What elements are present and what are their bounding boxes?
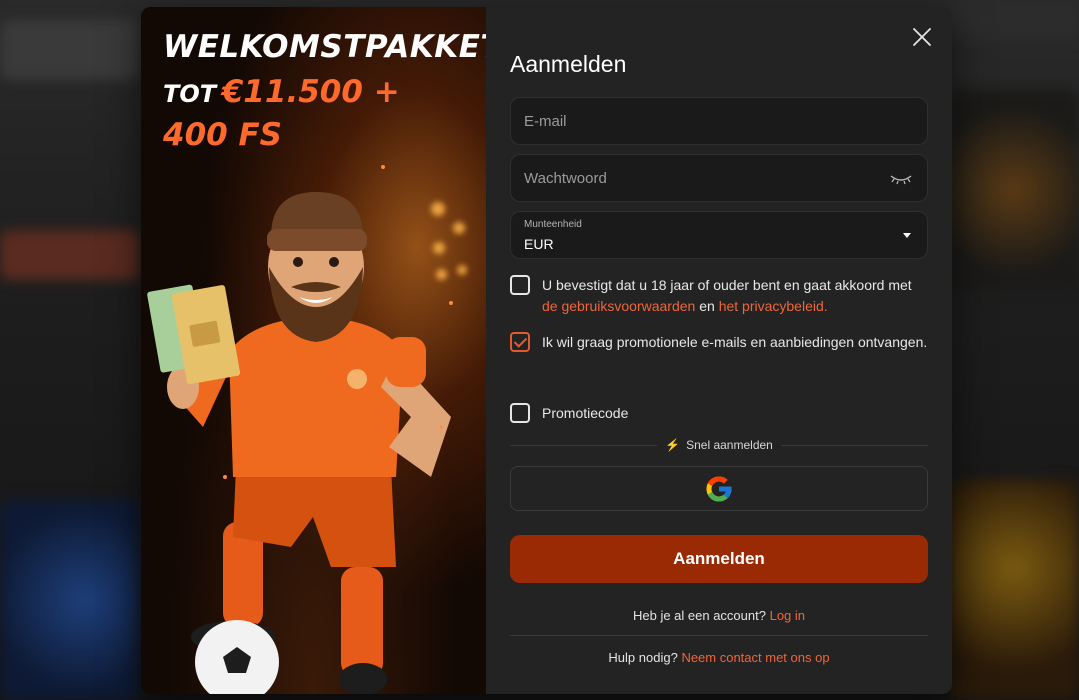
currency-label: Munteenheid	[524, 219, 582, 230]
marketing-consent-row: Ik wil graag promotionele e-mails en aan…	[510, 332, 930, 353]
terms-checkbox[interactable]	[510, 275, 530, 295]
login-link[interactable]: Log in	[770, 608, 805, 623]
email-input[interactable]	[511, 98, 927, 144]
google-signin-button[interactable]	[510, 466, 928, 511]
promo-panel: WELKOMSTPAKKET TOT €11.500 + 400 FS	[141, 7, 486, 694]
submit-signup-button[interactable]: Aanmelden	[510, 535, 928, 583]
backdrop-game-tile	[949, 480, 1079, 700]
help-text: Hulp nodig?	[608, 650, 678, 665]
quick-signup-divider: ⚡ Snel aanmelden	[510, 438, 928, 452]
currency-select[interactable]: Munteenheid EUR	[510, 211, 928, 259]
close-button[interactable]	[910, 25, 934, 49]
eye-closed-icon[interactable]	[889, 172, 913, 186]
lightning-icon: ⚡	[665, 438, 681, 452]
contact-link[interactable]: Neem contact met ons op	[681, 650, 829, 665]
marketing-text: Ik wil graag promotionele e-mails en aan…	[542, 334, 928, 350]
backdrop-header	[949, 0, 1079, 40]
signup-modal: WELKOMSTPAKKET TOT €11.500 + 400 FS Aanm…	[141, 7, 952, 694]
currency-value: EUR	[524, 236, 554, 252]
google-icon	[706, 476, 732, 501]
close-icon	[913, 28, 931, 46]
backdrop-banner	[0, 20, 140, 80]
terms-text: U bevestigt dat u 18 jaar of ouder bent …	[542, 275, 930, 316]
form-title: Aanmelden	[510, 51, 627, 77]
backdrop-game-tile	[0, 500, 140, 700]
backdrop-game-tile	[949, 90, 1079, 290]
promo-code-checkbox[interactable]	[510, 403, 530, 423]
terms-text-start: U bevestigt dat u 18 jaar of ouder bent …	[542, 277, 912, 293]
terms-text-mid: en	[695, 297, 719, 314]
signup-form-panel: Aanmelden Munteenheid EUR U bevestigt da…	[486, 7, 952, 694]
have-account-text: Heb je al een account?	[632, 608, 766, 623]
footer-divider	[510, 635, 928, 636]
caret-down-icon	[903, 233, 911, 238]
mascot-illustration	[147, 165, 453, 694]
login-prompt: Heb je al een account? Log in	[510, 608, 928, 623]
divider-line	[510, 444, 658, 446]
promo-code-label: Promotiecode	[542, 405, 629, 421]
email-field	[510, 97, 928, 145]
promo-code-row: Promotiecode	[510, 403, 930, 424]
marketing-checkbox[interactable]	[510, 332, 530, 352]
divider-line	[780, 444, 928, 446]
terms-link[interactable]: de gebruiksvoorwaarden	[542, 298, 695, 314]
privacy-link[interactable]: het privacybeleid.	[719, 298, 828, 314]
password-input[interactable]	[511, 155, 927, 201]
terms-consent-row: U bevestigt dat u 18 jaar of ouder bent …	[510, 275, 930, 316]
quick-signup-label: Snel aanmelden	[686, 438, 773, 452]
password-field	[510, 154, 928, 202]
backdrop-button	[0, 230, 140, 280]
quick-signup-heading: ⚡ Snel aanmelden	[657, 438, 781, 452]
help-prompt: Hulp nodig? Neem contact met ons op	[510, 650, 928, 665]
